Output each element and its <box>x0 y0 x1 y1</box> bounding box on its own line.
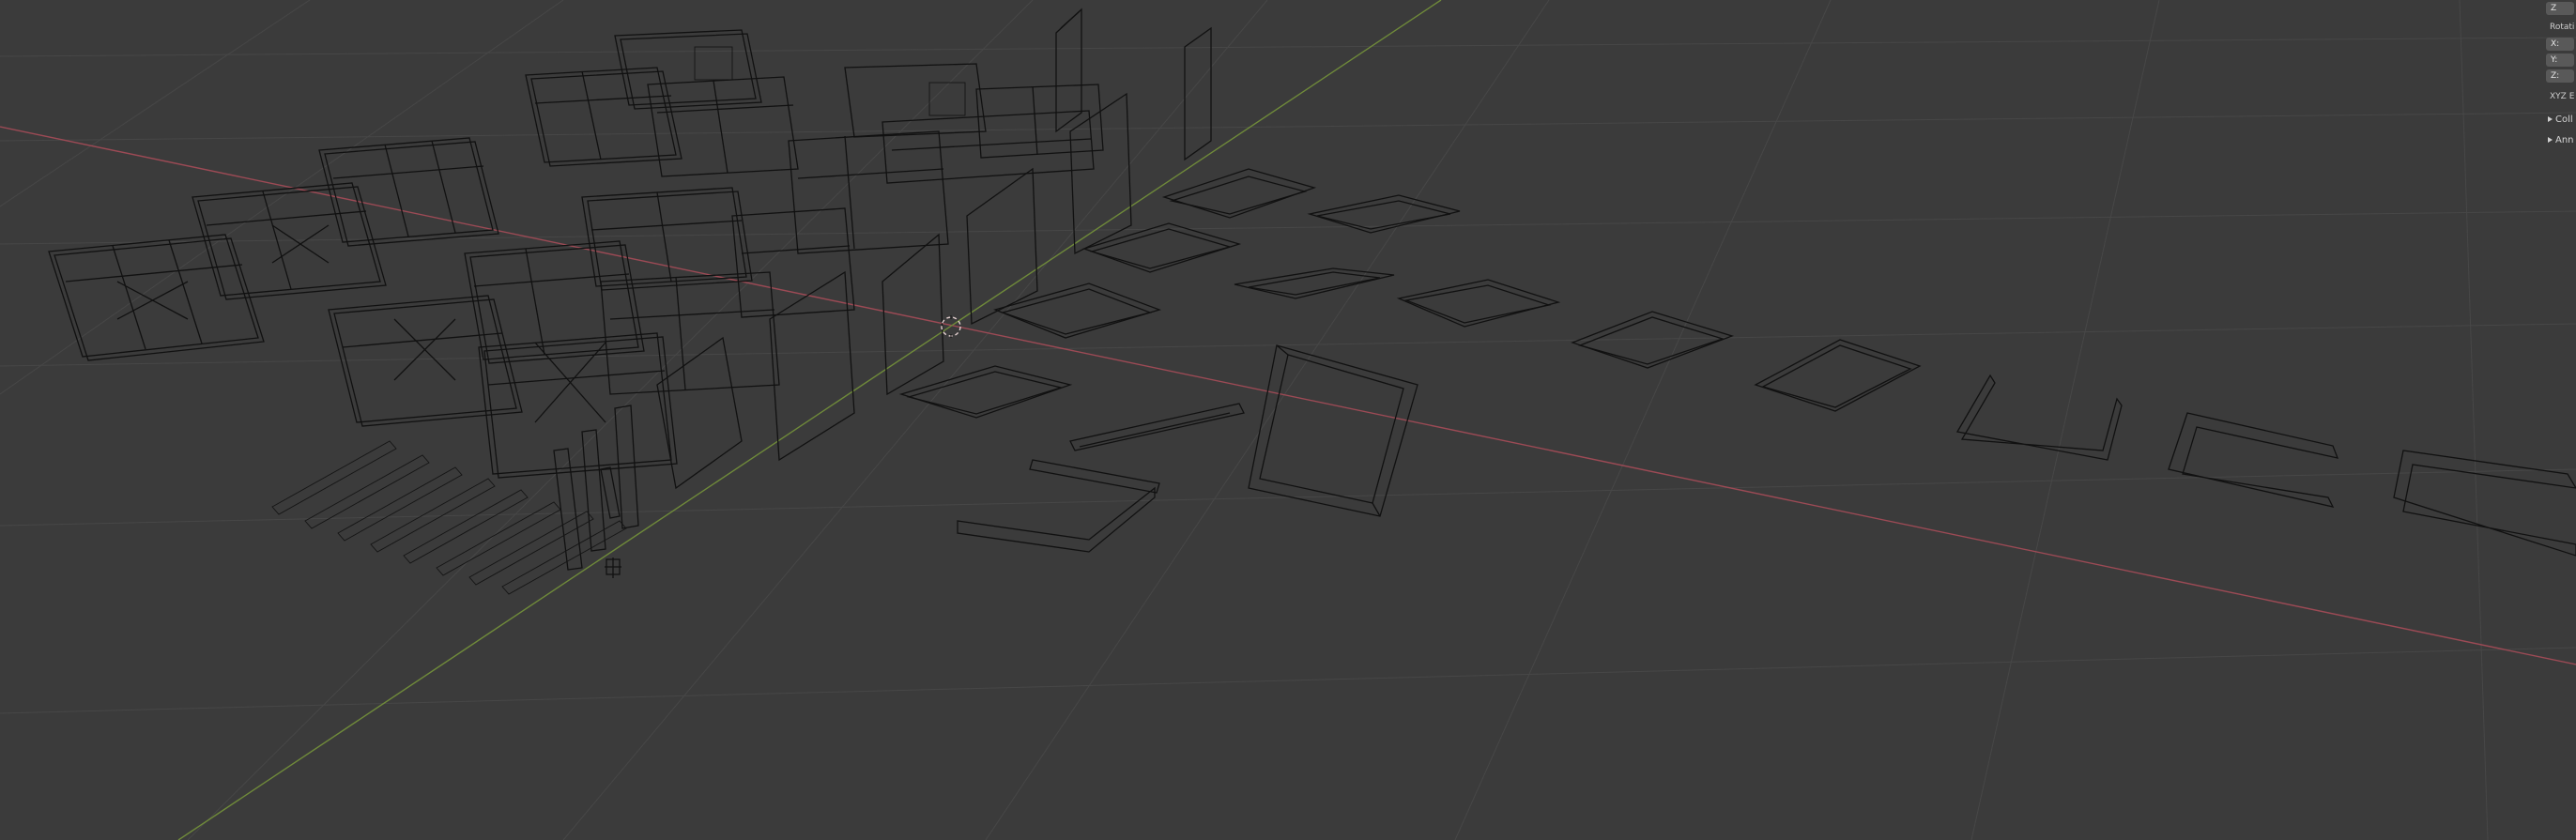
subpanel-collections[interactable]: Coll <box>2548 115 2576 125</box>
wall-panel <box>478 332 678 479</box>
floor-frame <box>1029 459 1160 494</box>
subpanel-annotations[interactable]: Ann <box>2548 135 2576 145</box>
wall-panel <box>318 137 499 247</box>
subpanel-label: Ann <box>2555 135 2574 145</box>
y-axis-line <box>177 0 1442 840</box>
empty-object-marker[interactable] <box>605 557 621 578</box>
floor-frame <box>1955 374 2123 461</box>
rotation-z-field[interactable]: Z: <box>2546 69 2574 83</box>
wall-panel <box>600 271 780 395</box>
rotation-x-field[interactable]: X: <box>2546 38 2574 51</box>
wall-panel <box>882 110 1095 184</box>
floor-frame <box>957 486 1156 553</box>
floor-frame <box>1161 168 1317 219</box>
wall-panel <box>48 234 265 361</box>
wall-panel <box>844 63 987 138</box>
floor-frame <box>1081 222 1242 273</box>
subpanel-label: Coll <box>2555 115 2573 125</box>
rotation-mode-select[interactable]: XYZ E <box>2550 92 2576 101</box>
x-axis-line <box>0 126 2576 665</box>
sidebar-panel: Z Rotati X: Y: Z: XYZ E Coll Ann <box>2546 0 2576 150</box>
floor-frame <box>2168 412 2339 508</box>
floor-frame <box>992 283 1162 339</box>
wall-panel-objects[interactable] <box>48 8 1212 595</box>
rotation-label: Rotati <box>2550 23 2575 32</box>
floor-frame-objects[interactable] <box>898 168 2576 557</box>
wall-panel <box>975 84 1104 159</box>
disclosure-triangle-icon <box>2548 137 2553 143</box>
wall-strip <box>656 8 1212 490</box>
disclosure-triangle-icon <box>2548 116 2553 122</box>
beam-row <box>271 440 627 595</box>
floor-frame <box>1754 339 1922 412</box>
floor-frame <box>2393 450 2576 557</box>
3d-viewport[interactable] <box>0 0 2576 840</box>
floor-frame <box>1248 344 1418 517</box>
floor-frame <box>1396 279 1561 328</box>
partial-value-field[interactable]: Z <box>2546 2 2574 15</box>
floor-frame <box>898 365 1073 419</box>
rotation-y-field[interactable]: Y: <box>2546 53 2574 67</box>
floor-frame <box>1069 403 1245 451</box>
floor-frame <box>1234 267 1395 299</box>
wall-panel <box>328 295 523 427</box>
wall-panel <box>788 130 949 254</box>
